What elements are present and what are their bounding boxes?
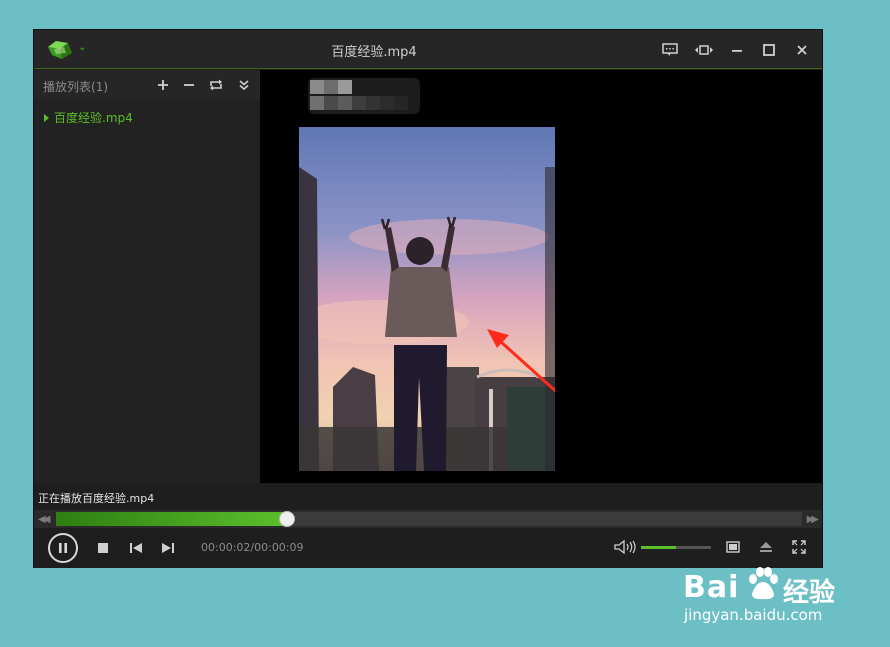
- video-viewport[interactable]: [260, 70, 822, 483]
- volume-slider-fill: [641, 546, 676, 549]
- media-player-window: ⌄ 百度经验.mp4 播放列表(1) 百度经验.mp4 正在播放百度经验.mp4…: [33, 29, 823, 568]
- playlist-count: (1): [91, 80, 109, 94]
- playlist-header: 播放列表(1): [34, 70, 260, 100]
- now-playing-status: 正在播放百度经验.mp4: [38, 492, 155, 505]
- add-file-icon[interactable]: [154, 76, 172, 94]
- next-button[interactable]: [160, 541, 176, 555]
- stop-button[interactable]: [96, 541, 110, 555]
- open-file-button[interactable]: [758, 539, 774, 555]
- fit-window-icon[interactable]: [694, 40, 714, 60]
- baidu-jingyan-watermark: Bai 经验 jingyan.baidu.com: [683, 566, 843, 628]
- volume-button[interactable]: [613, 538, 639, 556]
- playlist-item-label: 百度经验.mp4: [54, 111, 133, 125]
- playback-time: 00:00:02/00:00:09: [201, 541, 304, 554]
- title-bar[interactable]: ⌄ 百度经验.mp4: [34, 30, 822, 69]
- skip-previous-icon: [130, 543, 142, 553]
- skip-next-icon: [162, 543, 174, 553]
- stop-icon: [98, 543, 108, 553]
- eject-icon: [760, 542, 772, 552]
- loop-mode-icon[interactable]: [207, 76, 225, 94]
- playlist-panel: 播放列表(1) 百度经验.mp4: [34, 70, 260, 483]
- fullscreen-button[interactable]: [790, 539, 808, 555]
- playing-indicator-icon: [44, 113, 49, 122]
- blurred-caption: [308, 78, 420, 114]
- pause-icon: [59, 543, 67, 553]
- playlist-title: 播放列表(1): [43, 78, 108, 95]
- pause-button[interactable]: [48, 533, 78, 563]
- playlist-title-label: 播放列表: [43, 80, 92, 94]
- previous-button[interactable]: [128, 541, 144, 555]
- minimize-icon[interactable]: [727, 40, 747, 60]
- remove-file-icon[interactable]: [180, 76, 198, 94]
- window-icon: [726, 541, 740, 553]
- watermark-suffix: 经验: [783, 578, 836, 608]
- seek-bar-fill: [56, 512, 288, 526]
- chat-icon[interactable]: [660, 40, 680, 60]
- speaker-icon: [614, 540, 636, 554]
- watermark-brand: Bai: [683, 570, 740, 605]
- window-title: 百度经验.mp4: [331, 45, 417, 60]
- watermark-url: jingyan.baidu.com: [684, 606, 823, 624]
- close-icon[interactable]: [792, 40, 812, 60]
- video-frame: [299, 127, 555, 471]
- fullscreen-icon: [792, 540, 806, 554]
- progress-bar-row: ◀◀ ▶▶: [34, 510, 822, 528]
- volume-slider[interactable]: [641, 546, 711, 549]
- maximize-icon[interactable]: [759, 40, 779, 60]
- seek-bar-thumb[interactable]: [279, 511, 296, 527]
- fast-forward-icon[interactable]: ▶▶: [807, 514, 820, 525]
- control-bar: 00:00:02/00:00:09: [34, 528, 822, 568]
- playlist-toggle-button[interactable]: [725, 540, 741, 554]
- paw-logo-icon: [749, 567, 778, 600]
- rewind-icon[interactable]: ◀◀: [38, 514, 51, 525]
- double-chevron-down-icon[interactable]: [235, 76, 253, 94]
- seek-bar[interactable]: [56, 511, 802, 527]
- playlist-item[interactable]: 百度经验.mp4: [44, 109, 133, 126]
